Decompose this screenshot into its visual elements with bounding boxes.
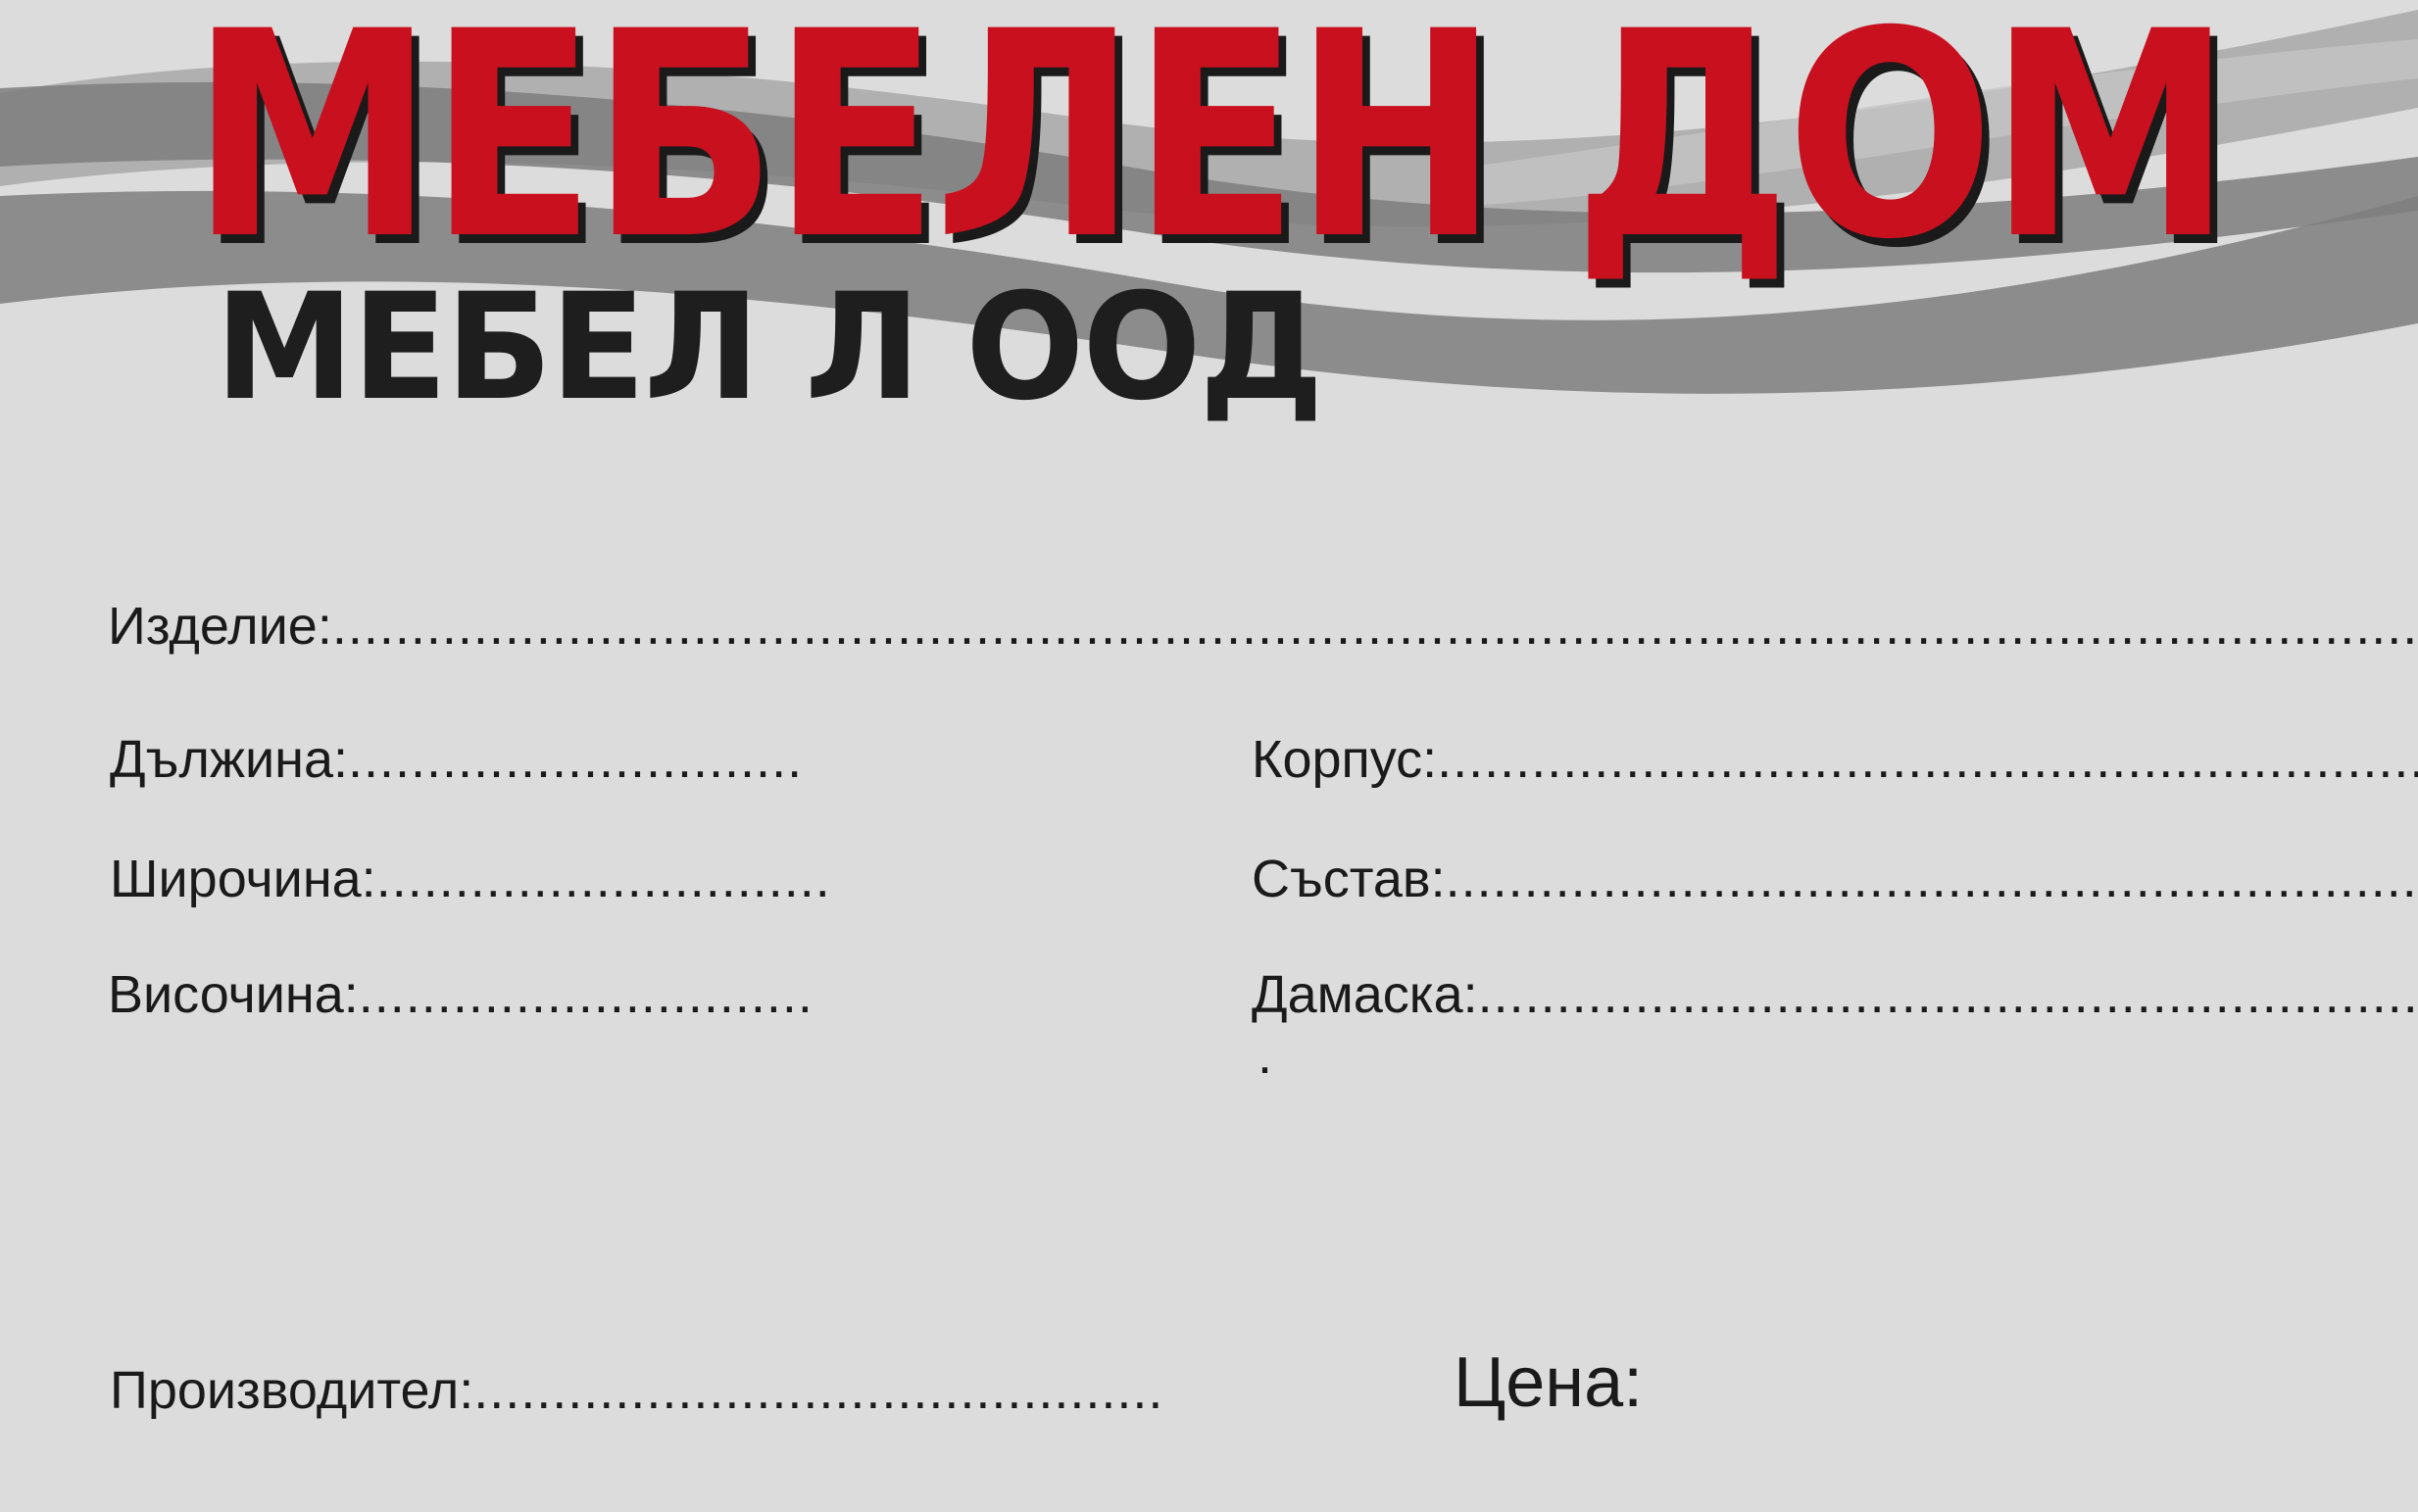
field-composition-label: Състав: [1252,850,1446,908]
field-length-label: Дължина: [110,730,348,789]
field-upholstery: Дамаска:................................… [1252,968,2418,1021]
field-height-dots: ............................. [358,965,814,1024]
field-width: Широчина:............................. [110,853,831,905]
field-composition-dots: ........................................… [1445,850,2418,908]
field-width-label: Широчина: [110,850,376,908]
field-length-dots: ............................. [347,730,804,789]
price-label: Цена: [1454,1343,1644,1422]
brand-title: МЕБЕЛЕН ДОМ [190,0,2233,302]
field-composition: Състав:.................................… [1252,853,2418,905]
field-body: Корпус:.................................… [1252,733,2418,786]
field-upholstery-label: Дамаска: [1252,965,1478,1024]
field-width-dots: ............................. [375,850,831,908]
field-height: Височина:............................. [108,968,814,1021]
field-manufacturer-dots: ........................................… [473,1361,1164,1420]
field-product-dots: ........................................… [331,597,2418,656]
field-body-label: Корпус: [1252,730,1438,789]
brand-subtitle: МЕБЕЛ Л ООД [215,263,1323,433]
field-length: Дължина:............................. [110,733,803,786]
product-label-card: МЕБЕЛЕН ДОМ МЕБЕЛ Л ООД Изделие:........… [0,0,2418,1512]
field-height-label: Височина: [108,965,359,1024]
field-upholstery-dots: ........................................… [1477,965,2418,1024]
field-body-dots: ........................................… [1437,730,2418,789]
field-manufacturer: Производител:...........................… [110,1364,1163,1417]
field-upholstery-extra-dot: . [1258,1026,1273,1085]
field-product: Изделие:................................… [108,600,2418,653]
field-manufacturer-label: Производител: [110,1361,474,1420]
field-product-label: Изделие: [108,597,332,656]
